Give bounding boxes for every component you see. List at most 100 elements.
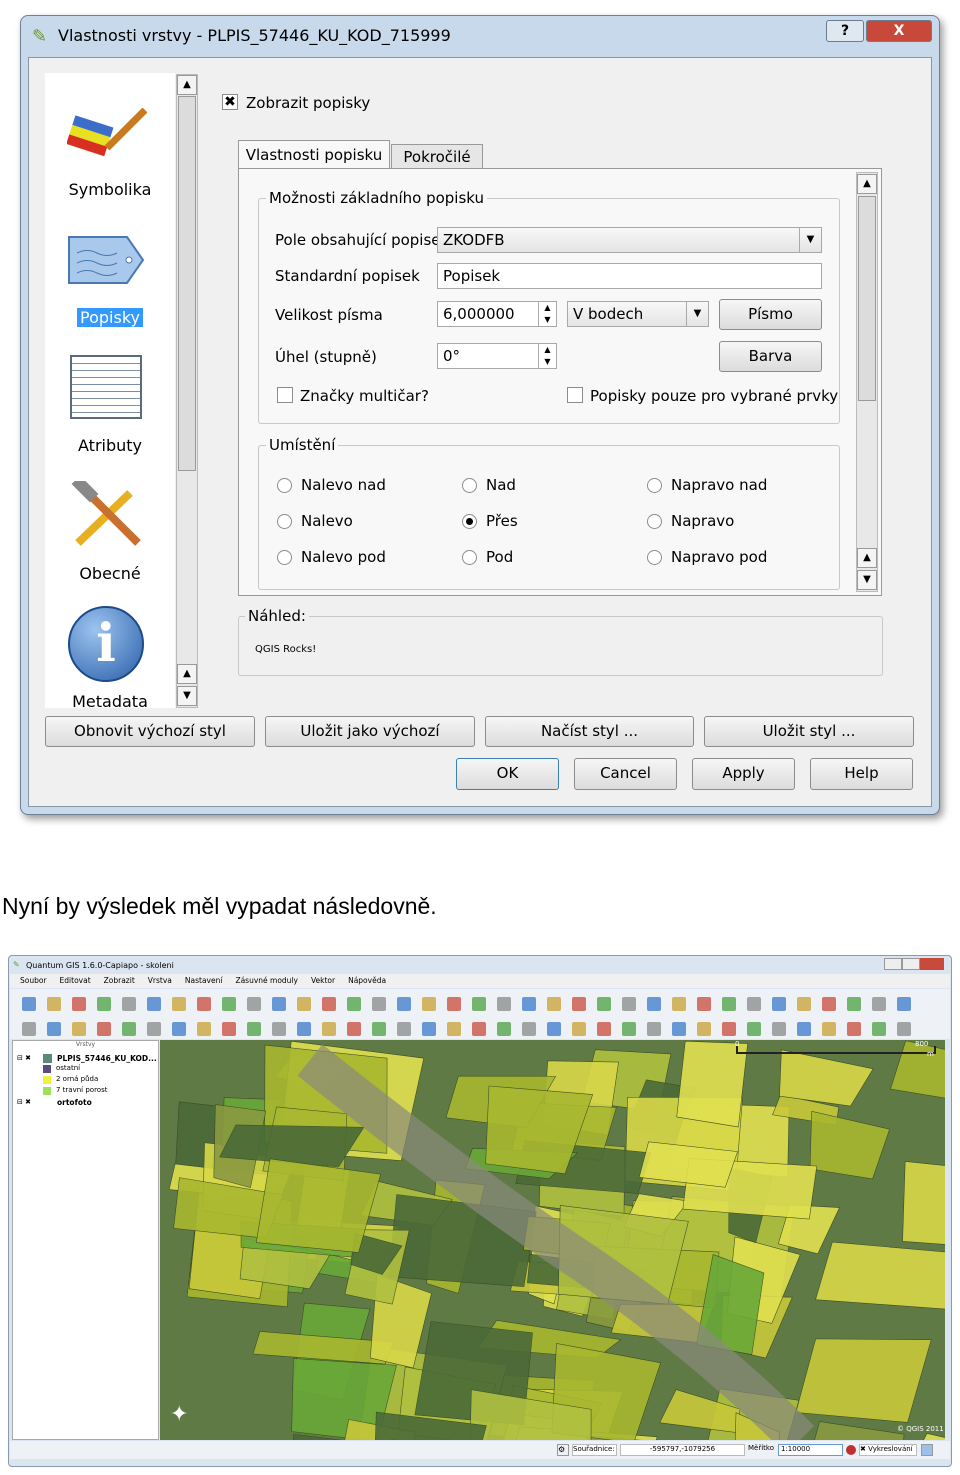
map-canvas[interactable] bbox=[160, 1040, 945, 1440]
toolbar-tool-icon[interactable] bbox=[47, 1022, 61, 1036]
toolbar-tool-icon[interactable] bbox=[797, 1022, 811, 1036]
help-title-button[interactable]: ? bbox=[826, 20, 864, 42]
scrollbar-thumb[interactable] bbox=[178, 96, 196, 471]
menu-item[interactable]: Zásuvné moduly bbox=[235, 974, 298, 988]
toolbar-tool-icon[interactable] bbox=[772, 997, 786, 1011]
tab-pokrocile[interactable]: Pokročilé bbox=[391, 144, 483, 169]
toolbar-tool-icon[interactable] bbox=[147, 997, 161, 1011]
toolbar-tool-icon[interactable] bbox=[97, 997, 111, 1011]
save-default-button[interactable]: Uložit jako výchozí bbox=[265, 716, 475, 747]
toolbar-tool-icon[interactable] bbox=[347, 997, 361, 1011]
toggle-extents-icon[interactable]: ⚙ bbox=[557, 1444, 569, 1456]
toolbar-tool-icon[interactable] bbox=[872, 1022, 886, 1036]
reset-style-button[interactable]: Obnovit výchozí styl bbox=[45, 716, 255, 747]
placement-radio[interactable] bbox=[462, 478, 477, 493]
toolbar-tool-icon[interactable] bbox=[672, 1022, 686, 1036]
layer-expand-icon[interactable]: ⊟ ✖ bbox=[17, 1054, 31, 1062]
toolbar-tool-icon[interactable] bbox=[22, 1022, 36, 1036]
toolbar-tool-icon[interactable] bbox=[622, 1022, 636, 1036]
toolbar-tool-icon[interactable] bbox=[397, 997, 411, 1011]
spin-arrows-icon[interactable]: ▲ ▼ bbox=[538, 344, 556, 368]
placement-radio[interactable] bbox=[277, 514, 292, 529]
placement-radio[interactable] bbox=[462, 550, 477, 565]
toolbar-tool-icon[interactable] bbox=[472, 1022, 486, 1036]
projection-icon[interactable] bbox=[921, 1444, 933, 1456]
toolbar-tool-icon[interactable] bbox=[297, 997, 311, 1011]
maximize-button[interactable] bbox=[902, 958, 920, 970]
toolbar-tool-icon[interactable] bbox=[422, 997, 436, 1011]
placement-radio[interactable] bbox=[647, 514, 662, 529]
toolbar-tool-icon[interactable] bbox=[597, 997, 611, 1011]
save-style-button[interactable]: Uložit styl ... bbox=[704, 716, 914, 747]
sidebar-item-atributy[interactable]: Atributy bbox=[45, 436, 175, 455]
show-labels-checkbox[interactable]: ✖ bbox=[222, 94, 238, 110]
toolbar-tool-icon[interactable] bbox=[297, 1022, 311, 1036]
minimize-button[interactable] bbox=[884, 958, 902, 970]
placement-radio[interactable] bbox=[647, 478, 662, 493]
toolbar-tool-icon[interactable] bbox=[722, 997, 736, 1011]
toolbar-tool-icon[interactable] bbox=[172, 1022, 186, 1036]
toolbar-tool-icon[interactable] bbox=[397, 1022, 411, 1036]
scroll-down-arrow[interactable]: ▼ bbox=[857, 570, 877, 590]
toolbar-tool-icon[interactable] bbox=[172, 997, 186, 1011]
scrollbar-thumb[interactable] bbox=[858, 196, 876, 401]
toolbar-tool-icon[interactable] bbox=[322, 997, 336, 1011]
layer-name[interactable]: ortofoto bbox=[57, 1098, 92, 1107]
scroll-down-arrow[interactable]: ▼ bbox=[177, 686, 197, 706]
menu-item[interactable]: Nápověda bbox=[348, 974, 386, 988]
toolbar-tool-icon[interactable] bbox=[372, 997, 386, 1011]
scroll-up-arrow[interactable]: ▲ bbox=[177, 664, 197, 684]
sidebar-item-obecne[interactable]: Obecné bbox=[45, 564, 175, 583]
layer-name[interactable]: PLPIS_57446_KU_KOD... bbox=[57, 1054, 157, 1063]
toolbar-tool-icon[interactable] bbox=[872, 997, 886, 1011]
toolbar-tool-icon[interactable] bbox=[372, 1022, 386, 1036]
toolbar-tool-icon[interactable] bbox=[122, 1022, 136, 1036]
toolbar-tool-icon[interactable] bbox=[697, 997, 711, 1011]
toolbar-tool-icon[interactable] bbox=[797, 997, 811, 1011]
toolbar-tool-icon[interactable] bbox=[772, 1022, 786, 1036]
toolbar-tool-icon[interactable] bbox=[522, 997, 536, 1011]
multiline-checkbox[interactable] bbox=[277, 387, 293, 403]
toolbar-tool-icon[interactable] bbox=[22, 997, 36, 1011]
toolbar-tool-icon[interactable] bbox=[647, 1022, 661, 1036]
toolbar-tool-icon[interactable] bbox=[422, 1022, 436, 1036]
toolbar-tool-icon[interactable] bbox=[272, 1022, 286, 1036]
toolbar-tool-icon[interactable] bbox=[347, 1022, 361, 1036]
toolbar-tool-icon[interactable] bbox=[72, 997, 86, 1011]
menu-item[interactable]: Vektor bbox=[311, 974, 335, 988]
toolbar-tool-icon[interactable] bbox=[622, 997, 636, 1011]
toolbar-tool-icon[interactable] bbox=[47, 997, 61, 1011]
ok-button[interactable]: OK bbox=[456, 758, 559, 790]
toolbar-tool-icon[interactable] bbox=[522, 1022, 536, 1036]
font-button[interactable]: Písmo bbox=[719, 299, 822, 330]
selected-only-checkbox[interactable] bbox=[567, 387, 583, 403]
angle-spinbox[interactable]: 0° ▲ ▼ bbox=[437, 343, 557, 369]
units-select[interactable]: V bodech ▼ bbox=[567, 301, 709, 327]
toolbar-tool-icon[interactable] bbox=[447, 997, 461, 1011]
toolbar-tool-icon[interactable] bbox=[197, 1022, 211, 1036]
default-label-input[interactable]: Popisek bbox=[437, 263, 822, 289]
placement-radio[interactable] bbox=[647, 550, 662, 565]
cancel-button[interactable]: Cancel bbox=[574, 758, 677, 790]
toolbar-tool-icon[interactable] bbox=[72, 1022, 86, 1036]
sidebar-item-popisky[interactable]: Popisky bbox=[45, 308, 175, 327]
toolbar-tool-icon[interactable] bbox=[197, 997, 211, 1011]
help-button[interactable]: Help bbox=[810, 758, 913, 790]
toolbar-tool-icon[interactable] bbox=[272, 997, 286, 1011]
scroll-up-arrow[interactable]: ▲ bbox=[857, 548, 877, 568]
toolbar-tool-icon[interactable] bbox=[897, 997, 911, 1011]
toolbar-tool-icon[interactable] bbox=[672, 997, 686, 1011]
toolbar-tool-icon[interactable] bbox=[847, 997, 861, 1011]
toolbar-tool-icon[interactable] bbox=[597, 1022, 611, 1036]
menu-item[interactable]: Soubor bbox=[20, 974, 47, 988]
toolbar-tool-icon[interactable] bbox=[572, 1022, 586, 1036]
toolbar-tool-icon[interactable] bbox=[497, 1022, 511, 1036]
toolbar-tool-icon[interactable] bbox=[322, 1022, 336, 1036]
close-button[interactable] bbox=[920, 958, 944, 970]
scroll-up-arrow[interactable]: ▲ bbox=[177, 75, 197, 95]
toolbar-tool-icon[interactable] bbox=[472, 997, 486, 1011]
tab-vlastnosti-popisku[interactable]: Vlastnosti popisku bbox=[238, 140, 390, 170]
toolbar-tool-icon[interactable] bbox=[822, 1022, 836, 1036]
toolbar-tool-icon[interactable] bbox=[97, 1022, 111, 1036]
font-size-spinbox[interactable]: 6,000000 ▲ ▼ bbox=[437, 301, 557, 327]
